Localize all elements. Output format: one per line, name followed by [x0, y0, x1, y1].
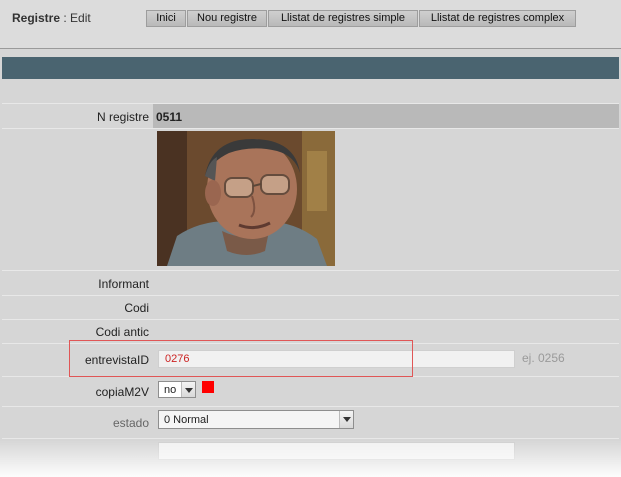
copia-m2v-select[interactable]: no — [158, 381, 196, 398]
label-codi: Codi — [124, 301, 149, 315]
top-bar: Registre : Edit Inici Nou registre Llist… — [0, 0, 621, 49]
row-codi: Codi — [2, 295, 619, 319]
portrait-photo — [157, 131, 335, 266]
estado-value: 0 Normal — [164, 414, 209, 426]
highlight-box — [69, 340, 413, 377]
nav-button-nou-registre[interactable]: Nou registre — [187, 10, 267, 27]
value-n-registre: 0511 — [156, 110, 183, 124]
label-informant: Informant — [98, 277, 149, 291]
nav-button-llistat-complex[interactable]: Llistat de registres complex — [419, 10, 576, 27]
row-n-registre: N registre 0511 — [2, 103, 619, 128]
entrevista-id-hint: ej. 0256 — [522, 351, 565, 365]
breadcrumb-section: Registre — [12, 11, 61, 25]
value-cell-n-registre: 0511 — [153, 104, 619, 128]
status-square-icon — [202, 381, 214, 393]
breadcrumb-separator: : — [60, 11, 71, 25]
estado-select[interactable]: 0 Normal — [158, 410, 354, 429]
section-banner — [2, 57, 619, 79]
chevron-down-icon — [181, 382, 195, 397]
label-n-registre: N registre — [96, 110, 149, 124]
breadcrumb: Registre : Edit — [12, 11, 91, 25]
nav-button-inici[interactable]: Inici — [146, 10, 186, 27]
label-codi-antic: Codi antic — [95, 325, 149, 339]
breadcrumb-mode: Edit — [70, 11, 91, 25]
row-copia-m2v: copiaM2V — [2, 376, 619, 406]
label-copia-m2v: copiaM2V — [95, 385, 149, 399]
chevron-down-icon — [339, 411, 353, 428]
bottom-fade — [0, 440, 621, 477]
nav-button-llistat-simple[interactable]: Llistat de registres simple — [268, 10, 418, 27]
row-informant: Informant — [2, 270, 619, 295]
portrait-image — [157, 131, 335, 266]
label-estado: estado — [112, 416, 149, 430]
copia-m2v-value: no — [164, 384, 177, 396]
